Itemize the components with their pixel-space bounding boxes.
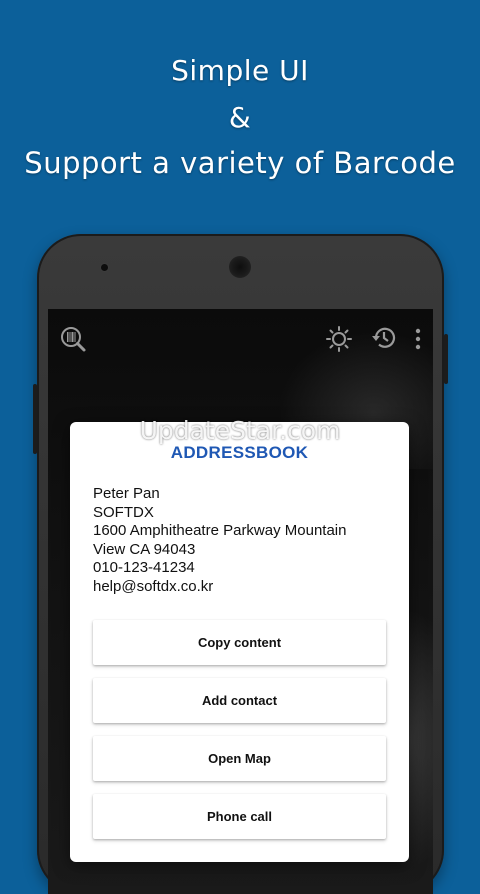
barcode-search-icon[interactable]: [59, 325, 87, 353]
contact-phone: 010-123-41234: [93, 559, 195, 577]
more-vert-icon[interactable]: [413, 326, 423, 352]
phone-call-button[interactable]: Phone call: [93, 794, 386, 839]
add-contact-button[interactable]: Add contact: [93, 678, 386, 723]
contact-details: Peter Pan SOFTDX 1600 Amphitheatre Parkw…: [93, 485, 393, 597]
contact-name: Peter Pan: [93, 485, 160, 502]
contact-company: SOFTDX: [93, 503, 154, 521]
front-camera: [101, 264, 108, 271]
result-dialog: ADDRESSBOOK Peter Pan SOFTDX 1600 Amphit…: [70, 422, 409, 862]
history-icon[interactable]: [370, 324, 398, 352]
dialog-title: ADDRESSBOOK: [170, 443, 309, 462]
copy-content-button[interactable]: Copy content: [93, 620, 386, 665]
contact-email: help@softdx.co.kr: [93, 577, 214, 595]
earpiece-speaker: [229, 256, 251, 278]
headline-line-2: &: [228, 101, 252, 134]
contact-address-line-2: View CA 94043: [93, 540, 196, 558]
contact-address-line-1: 1600 Amphitheatre Parkway Mountain: [93, 522, 347, 540]
power-button: [444, 334, 448, 384]
headline-line-1: Simple UI: [171, 54, 309, 87]
headline-line-3: Support a variety of Barcode: [24, 146, 456, 180]
open-map-button[interactable]: Open Map: [93, 736, 386, 781]
watermark-text: UpdateStar.com: [139, 416, 341, 445]
flashlight-icon[interactable]: [325, 325, 353, 353]
